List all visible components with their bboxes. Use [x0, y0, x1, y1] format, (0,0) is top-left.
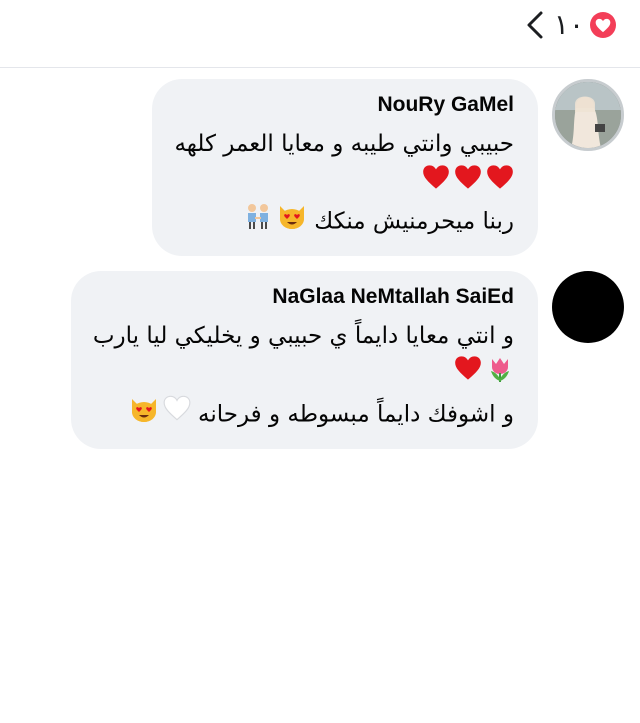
- red-heart-icon: [486, 164, 514, 202]
- comment-1: NouRy GaMel حبيبي وانتي طيبه و معايا الع…: [152, 79, 624, 256]
- white-heart-icon: [163, 395, 191, 435]
- heart-eyes-cat-icon: [129, 395, 159, 435]
- avatar[interactable]: [552, 79, 624, 151]
- comment-text-line-3: ربنا ميحرمنيش منكك: [174, 202, 514, 242]
- chevron-left-icon[interactable]: [522, 8, 548, 42]
- comment-2: NaGlaa NeMtallah SaiEd و انتي معايا دايم…: [70, 271, 624, 449]
- women-holding-hands-icon: [243, 202, 273, 242]
- tulip-icon: [486, 355, 514, 395]
- avatar[interactable]: [552, 271, 624, 343]
- comment-text-line-1: حبيبي وانتي طيبه و معايا العمر كلهه: [174, 131, 514, 157]
- heart-icon: [590, 12, 616, 38]
- reaction-bar: ١٠: [0, 0, 640, 68]
- comment-author[interactable]: NouRy GaMel: [174, 93, 514, 117]
- comment-author[interactable]: NaGlaa NeMtallah SaiEd: [93, 285, 514, 309]
- comment-emoji-line: [93, 355, 514, 395]
- comment-text-line-3: و اشوفك دايماً مبسوطه و فرحانه: [93, 395, 514, 435]
- comment-text: و اشوفك دايماً مبسوطه و فرحانه: [198, 401, 514, 428]
- comment-emoji-line: [174, 163, 514, 202]
- comment-bubble: NaGlaa NeMtallah SaiEd و انتي معايا دايم…: [70, 271, 538, 449]
- heart-eyes-cat-icon: [277, 202, 307, 242]
- comment-text: ربنا ميحرمنيش منكك: [314, 208, 514, 234]
- red-heart-icon: [454, 164, 482, 202]
- red-heart-icon: [454, 355, 482, 395]
- reactions-summary[interactable]: ١٠: [522, 8, 616, 42]
- red-heart-icon: [422, 164, 450, 202]
- reaction-count: ١٠: [553, 8, 584, 41]
- comment-text-line-1: و انتي معايا دايماً ي حبيبي و يخليكي ليا…: [92, 323, 514, 349]
- comment-bubble: NouRy GaMel حبيبي وانتي طيبه و معايا الع…: [152, 79, 538, 256]
